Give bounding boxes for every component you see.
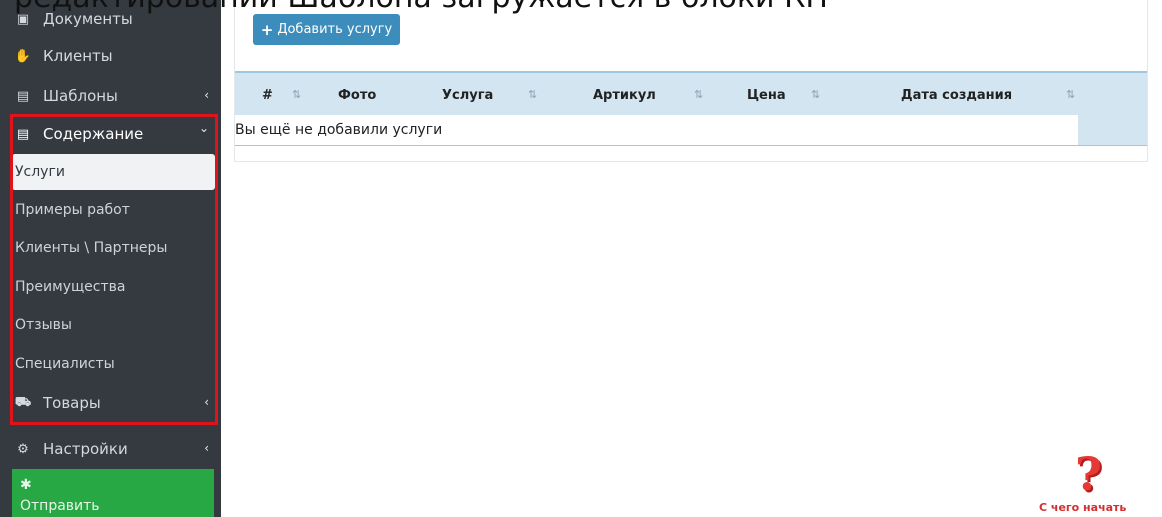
sort-icon[interactable]: ⇅ xyxy=(528,88,537,101)
submenu-item-portfolio[interactable]: Примеры работ xyxy=(12,192,215,228)
empty-table-message: Вы ещё не добавили услуги xyxy=(235,122,443,138)
sort-icon[interactable]: ⇅ xyxy=(292,88,301,101)
submenu-item-reviews[interactable]: Отзывы xyxy=(12,307,215,343)
file-icon: ▤ xyxy=(16,88,30,104)
file-icon: ▤ xyxy=(16,126,30,142)
question-mark-icon: ? xyxy=(1075,447,1102,501)
column-header-price[interactable]: Цена xyxy=(747,88,786,103)
sort-icon[interactable]: ⇅ xyxy=(811,88,820,101)
submenu-item-label: Примеры работ xyxy=(15,202,130,218)
sidebar-item-label: Содержание xyxy=(43,125,144,143)
bug-icon: ✱ xyxy=(20,477,32,493)
chevron-down-icon: ⌄ xyxy=(198,121,209,135)
plus-icon: + xyxy=(260,20,274,39)
goods-icon: ⛟ xyxy=(14,394,32,410)
submenu-item-partners[interactable]: Клиенты \ Партнеры xyxy=(12,230,215,266)
table-header: # ⇅ Фото Услуга ⇅ Артикул ⇅ Цена ⇅ Дата … xyxy=(235,71,1147,115)
help-label: С чего начать xyxy=(1039,501,1127,514)
column-header-photo[interactable]: Фото xyxy=(338,88,376,103)
send-label: Отправить xyxy=(20,498,100,514)
add-service-label: Добавить услугу xyxy=(277,22,393,37)
column-header-created-date[interactable]: Дата создания xyxy=(901,88,1012,103)
sort-icon[interactable]: ⇅ xyxy=(1066,88,1075,101)
submenu-item-label: Услуги xyxy=(15,164,65,180)
submenu-item-services[interactable]: Услуги xyxy=(12,154,215,190)
column-header-sku[interactable]: Артикул xyxy=(593,88,656,103)
table-row-filler xyxy=(1078,115,1147,146)
submenu-item-specialists[interactable]: Специалисты xyxy=(12,346,215,382)
sidebar-item-templates[interactable]: ▤ Шаблоны ‹ xyxy=(12,77,217,115)
column-header-number[interactable]: # xyxy=(262,88,273,103)
sidebar-item-clients[interactable]: ✋ Клиенты xyxy=(12,37,217,75)
sidebar-item-label: Шаблоны xyxy=(43,87,118,105)
table-empty-row: Вы ещё не добавили услуги xyxy=(235,115,1078,146)
gears-icon: ⚙ xyxy=(17,441,29,457)
page-caption: редактировании Шаблона загружается в бло… xyxy=(0,0,1162,18)
add-service-button[interactable]: + Добавить услугу xyxy=(253,14,400,45)
send-button[interactable]: ✱ Отправить xyxy=(12,469,214,517)
chevron-left-icon: ‹ xyxy=(204,395,209,409)
sidebar-item-settings[interactable]: ⚙ Настройки ‹ xyxy=(12,430,217,468)
sidebar-item-goods[interactable]: ⛟ Товары ‹ xyxy=(12,384,217,422)
submenu-item-advantages[interactable]: Преимущества xyxy=(12,269,215,305)
handshake-icon: ✋ xyxy=(14,48,32,64)
sidebar-item-label: Настройки xyxy=(43,440,128,458)
chevron-left-icon: ‹ xyxy=(204,441,209,455)
sidebar-item-label: Товары xyxy=(43,394,101,412)
sidebar-item-label: Клиенты xyxy=(43,47,113,65)
submenu-item-label: Отзывы xyxy=(15,317,72,333)
submenu-item-label: Клиенты \ Партнеры xyxy=(15,240,168,256)
help-widget[interactable]: ? С чего начать xyxy=(1035,449,1135,517)
submenu-item-label: Преимущества xyxy=(15,279,126,295)
sidebar: ▣ Документы ✋ Клиенты ▤ Шаблоны ‹ ▤ Соде… xyxy=(0,0,221,517)
submenu-item-label: Специалисты xyxy=(15,356,115,372)
sort-icon[interactable]: ⇅ xyxy=(694,88,703,101)
column-header-service[interactable]: Услуга xyxy=(442,88,493,103)
sidebar-item-content[interactable]: ▤ Содержание ⌄ xyxy=(12,115,217,153)
chevron-left-icon: ‹ xyxy=(204,88,209,102)
